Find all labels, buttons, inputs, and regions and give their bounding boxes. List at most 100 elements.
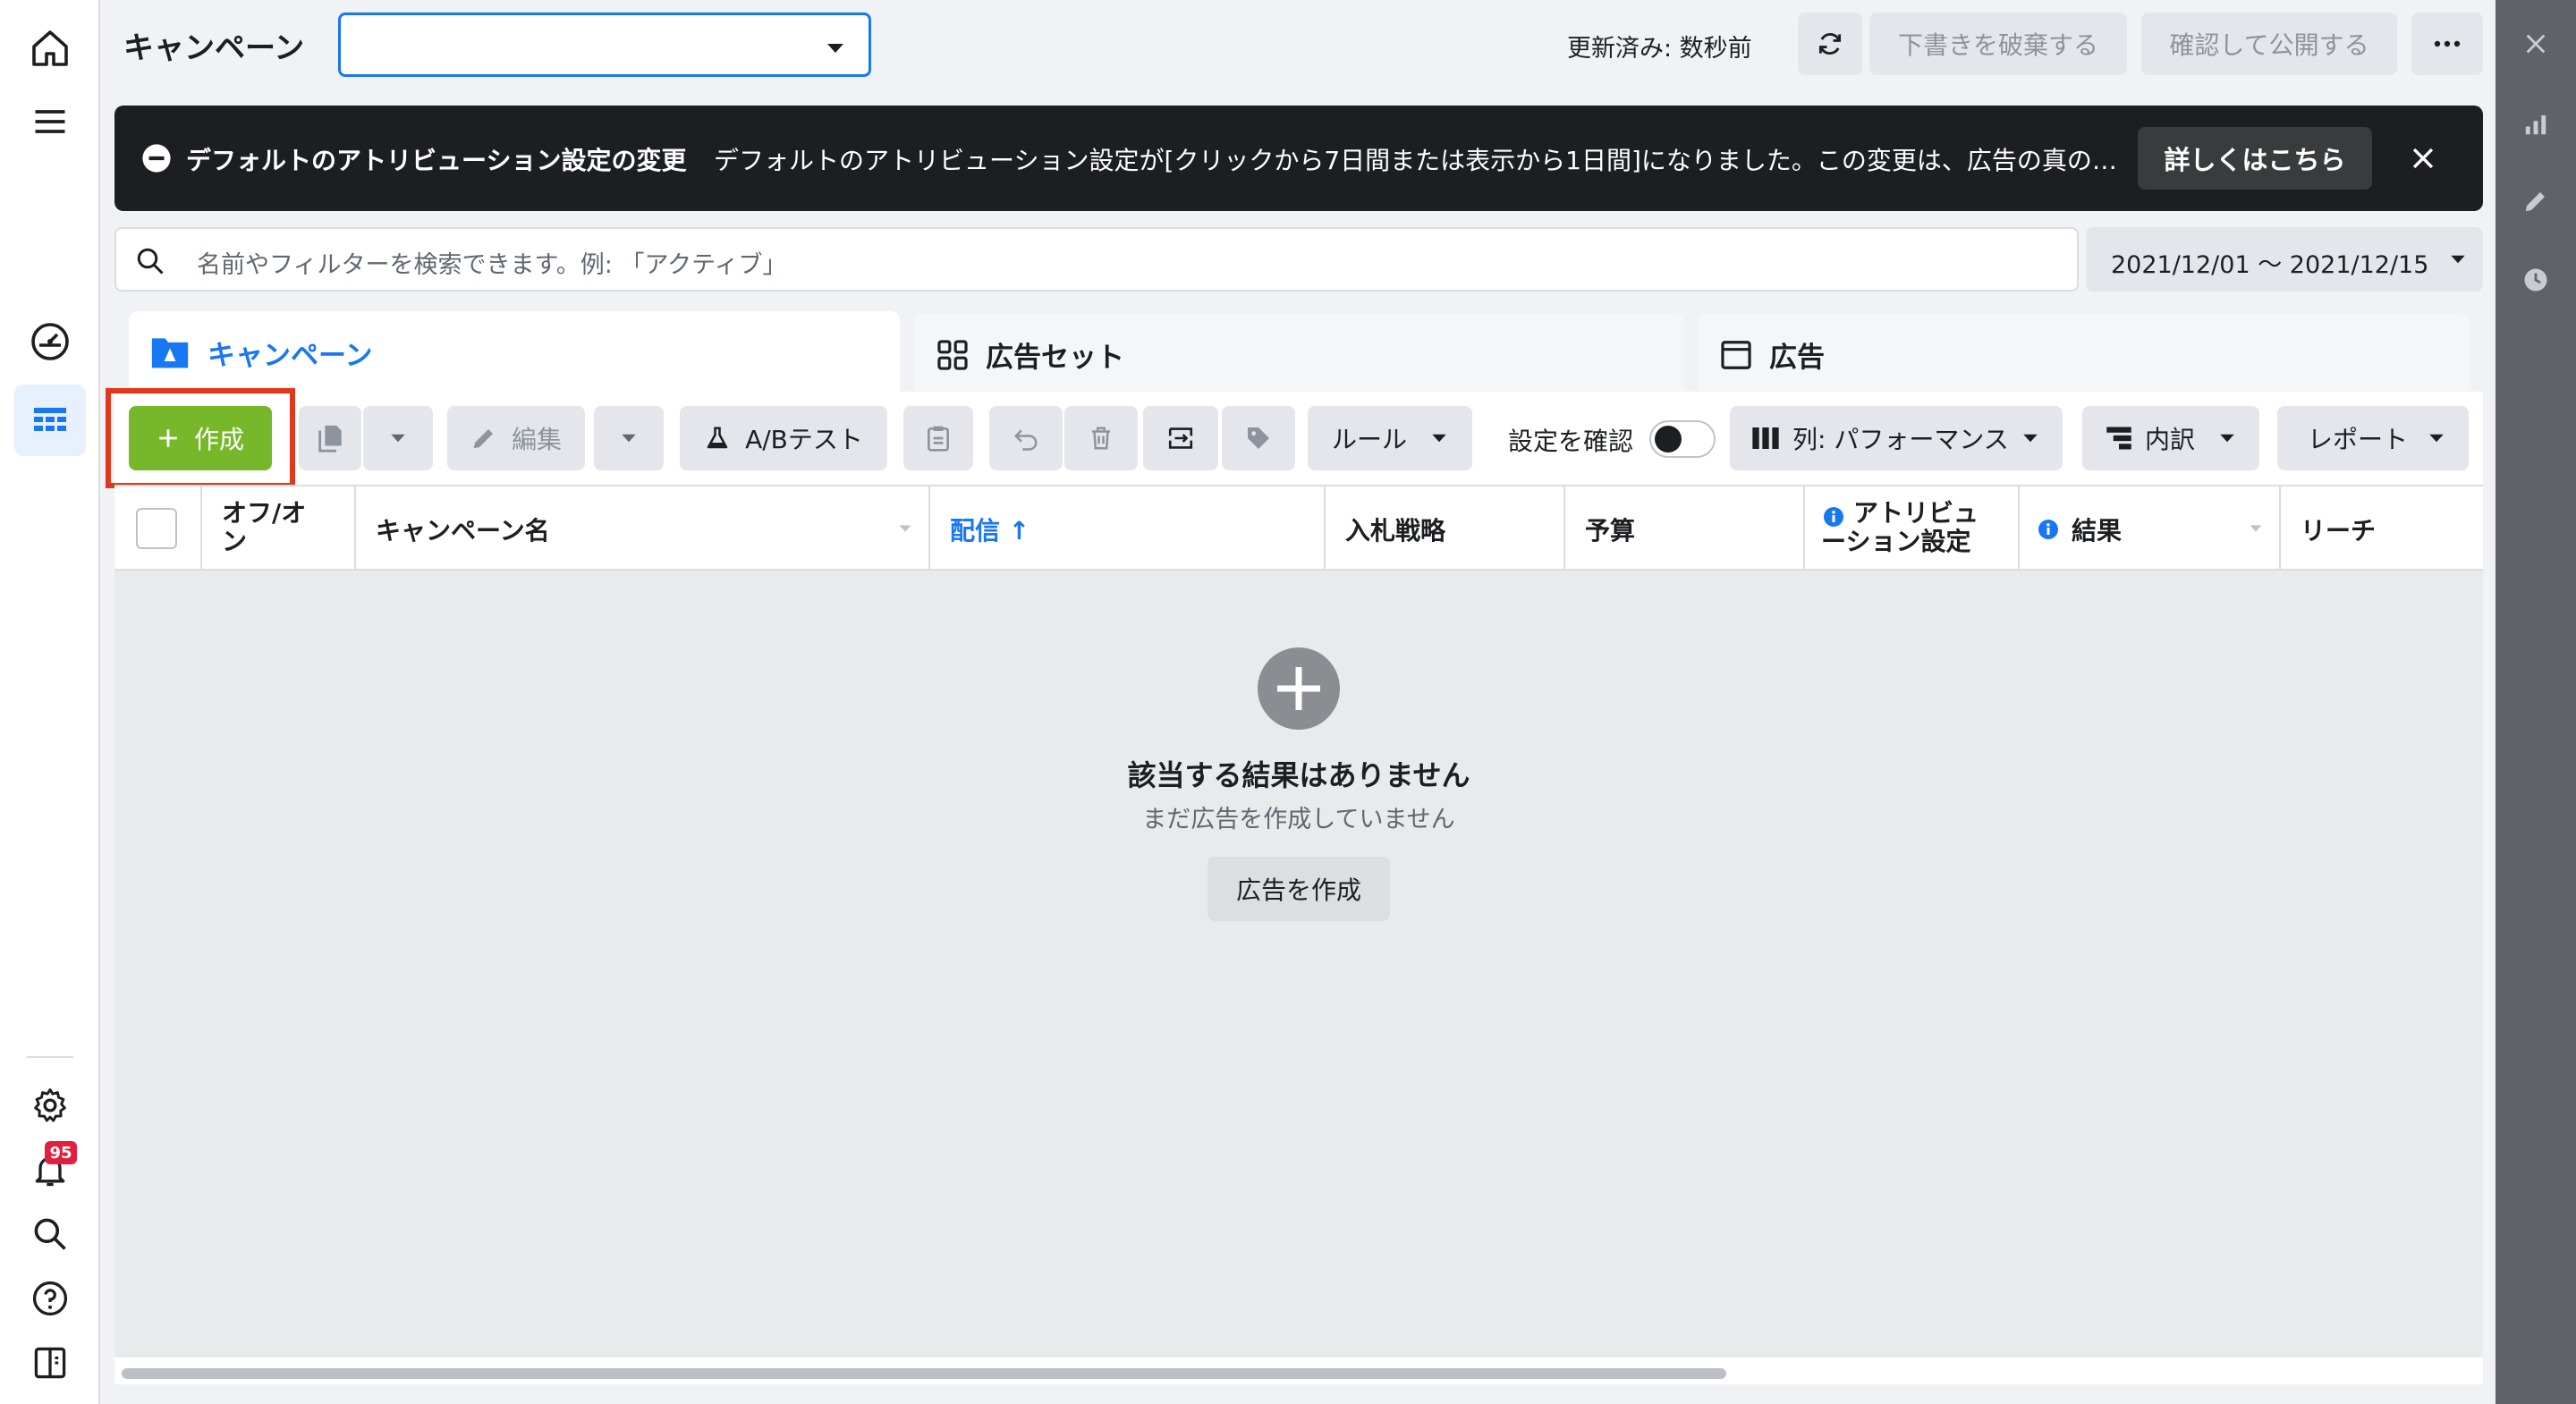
ab-test-label: A/Bテスト bbox=[745, 425, 863, 454]
search-icon[interactable] bbox=[14, 1198, 86, 1270]
column-header-results[interactable]: 結果 bbox=[2020, 486, 2281, 571]
minus-circle-icon bbox=[142, 144, 171, 173]
delete-button[interactable] bbox=[1064, 406, 1138, 470]
edit-dropdown[interactable] bbox=[594, 406, 664, 470]
chevron-down-icon bbox=[622, 434, 636, 443]
close-icon[interactable] bbox=[2408, 143, 2438, 173]
columns-icon bbox=[1752, 427, 1779, 449]
columns-label: 列: パフォーマンス bbox=[1792, 425, 2009, 454]
clipboard-button[interactable] bbox=[903, 406, 973, 470]
ads-manager-table-icon[interactable] bbox=[14, 385, 86, 456]
chevron-down-icon bbox=[2429, 434, 2444, 443]
undo-icon bbox=[1013, 429, 1038, 451]
duplicate-dropdown[interactable] bbox=[363, 406, 433, 470]
page-title: キャンペーン bbox=[123, 30, 305, 66]
more-options-button[interactable] bbox=[2411, 13, 2483, 75]
notification-count-badge: 95 bbox=[45, 1141, 77, 1164]
export-icon bbox=[1168, 427, 1193, 449]
last-updated-status: 更新済み: 数秒前 bbox=[1567, 35, 1752, 63]
chevron-down-icon bbox=[827, 44, 843, 53]
home-icon[interactable] bbox=[14, 13, 86, 84]
refresh-button[interactable] bbox=[1798, 13, 1862, 75]
tag-icon bbox=[1248, 427, 1269, 449]
column-label: 結果 bbox=[2072, 516, 2123, 546]
bar-chart-icon[interactable] bbox=[2515, 104, 2556, 145]
create-button-highlight bbox=[106, 388, 295, 488]
left-navigation: 95 bbox=[0, 0, 100, 1404]
rules-dropdown[interactable]: ルール bbox=[1308, 406, 1472, 470]
review-settings-toggle[interactable] bbox=[1649, 420, 1716, 458]
sort-caret-icon bbox=[899, 525, 911, 532]
rules-label: ルール bbox=[1331, 425, 1407, 454]
dashboard-gauge-icon[interactable] bbox=[14, 306, 86, 377]
review-publish-button[interactable]: 確認して公開する bbox=[2141, 13, 2397, 75]
column-header-budget[interactable]: 予算 bbox=[1565, 486, 1805, 571]
banner-message: デフォルトのアトリビューション設定が[クリックから7日間または表示から1日間]に… bbox=[714, 146, 2117, 175]
empty-state-subtitle: まだ広告を作成していません bbox=[1142, 806, 1455, 833]
date-range-value: 2021/12/01 〜 2021/12/15 bbox=[2111, 251, 2429, 279]
discard-draft-button[interactable]: 下書きを破棄する bbox=[1869, 13, 2127, 75]
chevron-down-icon bbox=[391, 434, 405, 443]
chevron-down-icon bbox=[1432, 434, 1446, 443]
tab-ads[interactable]: 広告 bbox=[1698, 313, 2469, 395]
campaign-folder-icon bbox=[151, 338, 189, 368]
column-header-campaign-name[interactable]: キャンペーン名 bbox=[356, 486, 930, 571]
breakdown-dropdown[interactable]: 内訳 bbox=[2082, 406, 2259, 470]
column-label-line: アトリビュ bbox=[1853, 498, 1979, 528]
pencil-icon[interactable] bbox=[2515, 181, 2556, 222]
learn-more-button[interactable]: 詳しくはこちら bbox=[2138, 127, 2372, 190]
column-label: 入札戦略 bbox=[1345, 516, 1446, 546]
chevron-down-icon bbox=[2451, 255, 2465, 264]
tab-label: 広告 bbox=[1769, 342, 1825, 374]
create-ad-button[interactable]: 広告を作成 bbox=[1208, 857, 1390, 921]
search-filter-input[interactable]: 名前やフィルターを検索できます。例: 「アクティブ」 bbox=[114, 227, 2079, 292]
breakdown-icon bbox=[2106, 427, 2131, 450]
chevron-down-icon bbox=[2023, 434, 2038, 443]
duplicate-icon bbox=[318, 425, 342, 452]
toggle-sidebar-icon[interactable] bbox=[14, 1327, 86, 1399]
duplicate-button[interactable] bbox=[299, 406, 361, 470]
settings-gear-icon[interactable] bbox=[14, 1070, 86, 1141]
horizontal-scrollbar[interactable] bbox=[122, 1368, 1726, 1379]
add-circle-icon bbox=[1258, 647, 1340, 730]
tab-label: キャンペーン bbox=[208, 340, 373, 372]
review-settings-label: 設定を確認 bbox=[1508, 427, 1634, 456]
tag-button[interactable] bbox=[1222, 406, 1295, 470]
column-header-reach[interactable]: リーチ bbox=[2281, 486, 2483, 571]
column-header-delivery[interactable]: 配信 ↑ bbox=[930, 486, 1326, 571]
table-header: オフ/オン キャンペーン名 配信 ↑ 入札戦略 予算 アトリビュ ーション設定 結… bbox=[114, 485, 2483, 571]
refresh-icon bbox=[1818, 33, 1842, 55]
columns-dropdown[interactable]: 列: パフォーマンス bbox=[1730, 406, 2063, 470]
column-label-line: オフ/オ bbox=[222, 498, 307, 528]
column-header-onoff[interactable]: オフ/オン bbox=[202, 486, 356, 571]
date-range-picker[interactable]: 2021/12/01 〜 2021/12/15 bbox=[2086, 227, 2483, 292]
column-label: キャンペーン名 bbox=[376, 516, 550, 546]
ab-test-button[interactable]: A/Bテスト bbox=[680, 406, 887, 470]
column-header-attribution[interactable]: アトリビュ ーション設定 bbox=[1805, 486, 2020, 571]
banner-title: デフォルトのアトリビューション設定の変更 bbox=[186, 146, 687, 175]
edit-button[interactable]: 編集 bbox=[447, 406, 585, 470]
right-side-rail bbox=[2496, 0, 2576, 1404]
campaigns-panel: 作成 編集 A/Bテスト ルール 設定を確認 列: パフォーマンス 内訳 レポー… bbox=[106, 388, 2483, 1384]
reports-dropdown[interactable]: レポート bbox=[2277, 406, 2469, 470]
breakdown-label: 内訳 bbox=[2145, 425, 2196, 454]
close-icon[interactable] bbox=[2515, 23, 2556, 64]
export-button[interactable] bbox=[1143, 406, 1218, 470]
chevron-down-icon bbox=[2220, 434, 2234, 443]
history-clock-icon[interactable] bbox=[2515, 259, 2556, 300]
table-body: 該当する結果はありません まだ広告を作成していません 広告を作成 bbox=[114, 571, 2483, 1357]
flask-icon bbox=[707, 427, 728, 449]
column-header-bid-strategy[interactable]: 入札戦略 bbox=[1326, 486, 1565, 571]
campaign-toolbar: 作成 編集 A/Bテスト ルール 設定を確認 列: パフォーマンス 内訳 レポー… bbox=[106, 388, 2483, 488]
select-all-checkbox[interactable] bbox=[136, 508, 177, 549]
help-icon[interactable] bbox=[14, 1263, 86, 1334]
search-icon bbox=[137, 248, 164, 275]
attribution-change-banner: デフォルトのアトリビューション設定の変更 デフォルトのアトリビューション設定が[… bbox=[114, 106, 2483, 211]
undo-button[interactable] bbox=[989, 406, 1063, 470]
tab-ad-sets[interactable]: 広告セット bbox=[914, 313, 1683, 395]
tab-campaigns[interactable]: キャンペーン bbox=[129, 311, 900, 397]
clipboard-icon bbox=[928, 426, 949, 452]
menu-icon[interactable] bbox=[14, 86, 86, 157]
account-selector-dropdown[interactable] bbox=[338, 13, 871, 77]
reports-label: レポート bbox=[2308, 425, 2409, 454]
